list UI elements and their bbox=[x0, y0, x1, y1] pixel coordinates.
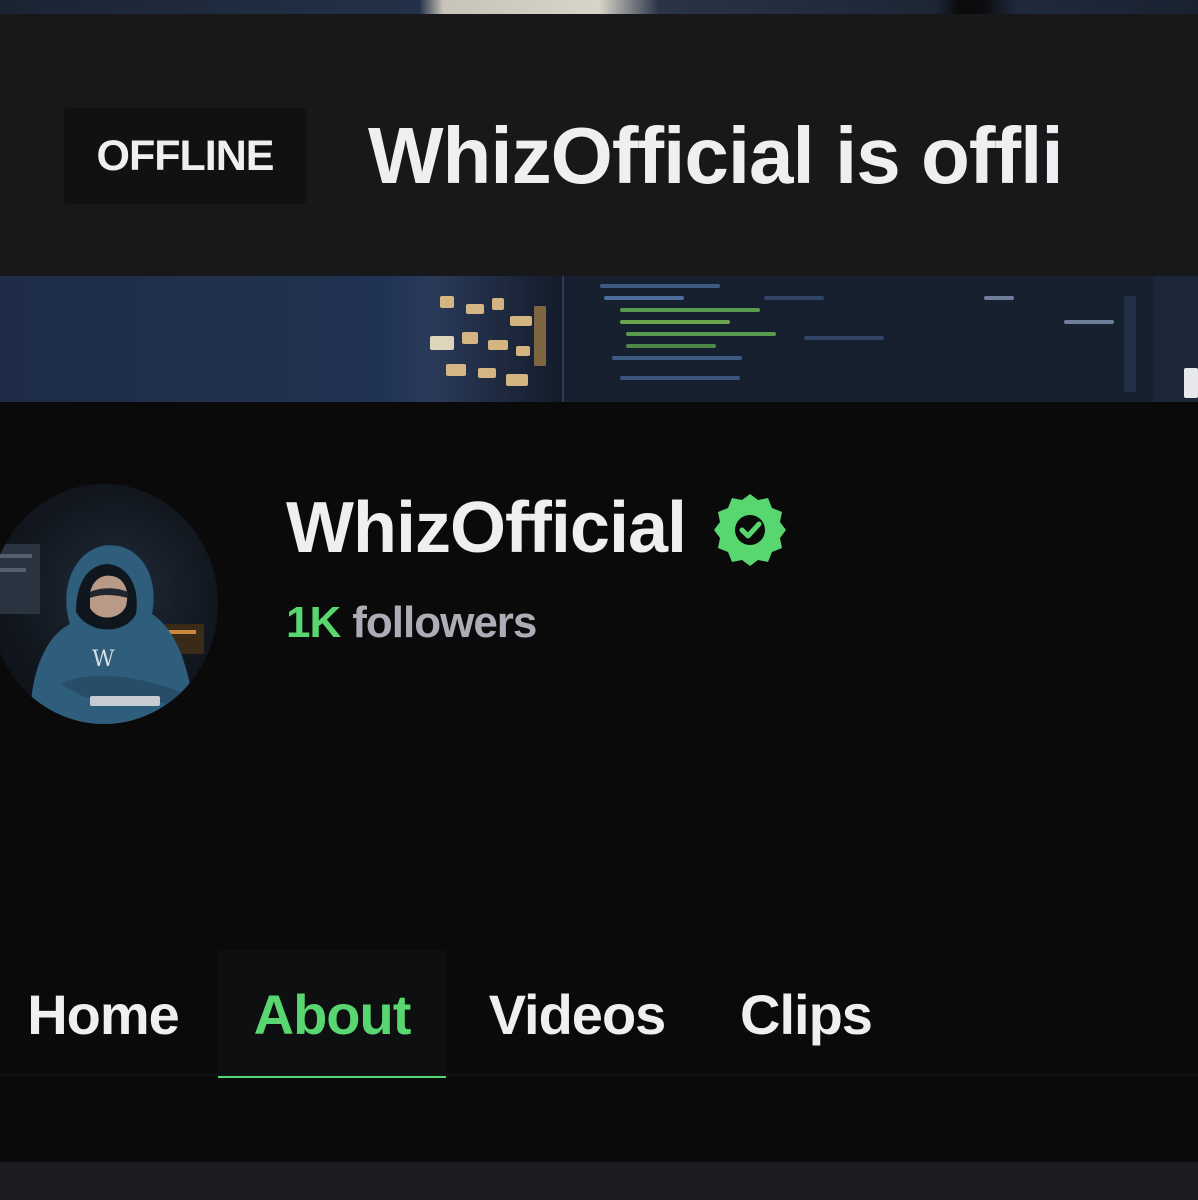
banner-light bbox=[466, 304, 484, 314]
followers-label: followers bbox=[352, 598, 537, 647]
banner-top-strip bbox=[0, 0, 1198, 14]
followers-info: 1K followers bbox=[286, 598, 537, 648]
banner-light bbox=[440, 296, 454, 308]
tab-label: Clips bbox=[740, 982, 873, 1046]
banner-light bbox=[446, 364, 466, 376]
tab-home[interactable]: Home bbox=[8, 950, 198, 1078]
banner-light bbox=[534, 306, 546, 366]
channel-name-row: WhizOfficial bbox=[286, 488, 788, 568]
tab-label: Videos bbox=[488, 982, 667, 1046]
channel-tabs: Home About Videos Clips bbox=[0, 950, 1198, 1078]
channel-name[interactable]: WhizOfficial bbox=[286, 487, 687, 569]
content-panel-edge bbox=[0, 1162, 1198, 1200]
banner-light bbox=[488, 340, 508, 350]
tab-clips[interactable]: Clips bbox=[718, 950, 894, 1078]
offline-badge-label: OFFLINE bbox=[96, 131, 275, 180]
channel-banner-image bbox=[0, 276, 1198, 402]
offline-badge: OFFLINE bbox=[64, 108, 306, 204]
banner-light bbox=[478, 368, 496, 378]
banner-light bbox=[516, 346, 530, 356]
banner-code-screen bbox=[562, 276, 1152, 402]
followers-count: 1K bbox=[286, 598, 341, 647]
banner-light bbox=[510, 316, 532, 326]
banner-light bbox=[492, 298, 504, 310]
offline-header: OFFLINE WhizOfficial is offli bbox=[0, 14, 1198, 276]
banner-light bbox=[462, 332, 478, 344]
tab-videos[interactable]: Videos bbox=[466, 950, 688, 1078]
tabs-divider bbox=[0, 1074, 1198, 1076]
tab-label: Home bbox=[27, 982, 180, 1046]
banner-light bbox=[430, 336, 454, 350]
avatar[interactable]: W bbox=[0, 484, 218, 724]
tab-about[interactable]: About bbox=[218, 950, 446, 1078]
banner-side-highlight bbox=[1184, 368, 1198, 398]
banner-light bbox=[506, 374, 528, 386]
tab-label: About bbox=[253, 982, 412, 1046]
verified-check-icon bbox=[714, 494, 786, 566]
offline-title: WhizOfficial is offli bbox=[368, 111, 1064, 200]
channel-profile: W WhizOfficial 1K followers Home About Vi… bbox=[0, 402, 1198, 1200]
avatar-monogram: W bbox=[92, 647, 115, 672]
avatar-hooded-figure-icon: W bbox=[0, 544, 204, 724]
